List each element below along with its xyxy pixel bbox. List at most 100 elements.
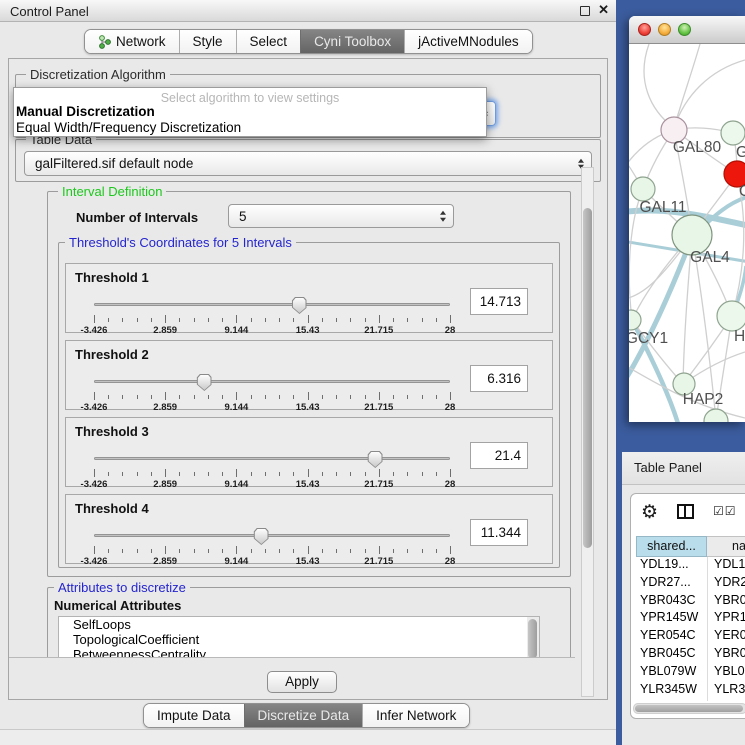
network-icon <box>98 35 111 49</box>
column-divider <box>707 557 708 701</box>
apply-button[interactable]: Apply <box>267 671 337 693</box>
tab-cyni-toolbox[interactable]: Cyni Toolbox <box>300 30 404 53</box>
tab-label: Network <box>116 34 166 49</box>
table-row[interactable]: YDL19...YDL1 <box>636 557 745 575</box>
numerical-attributes-label: Numerical Attributes <box>54 598 181 613</box>
tab-infer-network[interactable]: Infer Network <box>362 704 469 727</box>
table-panel-titlebar: Table Panel <box>622 452 745 485</box>
cell-name: YIL0 <box>707 699 745 701</box>
table-body[interactable]: YDL19...YDL1YDR27...YDR2YBR043CYBR0YPR14… <box>636 557 745 701</box>
table-scrollbar-thumb[interactable] <box>635 705 743 712</box>
panel-scrollbar[interactable] <box>581 167 594 697</box>
network-node-gal11[interactable] <box>631 177 655 201</box>
dropdown-item-manual-discretization[interactable]: Manual Discretization <box>14 104 486 120</box>
number-of-intervals-combobox[interactable]: 5 <box>228 204 454 228</box>
panel-footer <box>0 729 616 745</box>
zoom-traffic-light-icon[interactable] <box>678 23 691 36</box>
tab-label: Cyni Toolbox <box>314 34 391 49</box>
slider-thumb[interactable] <box>292 297 307 314</box>
group-title: Attributes to discretize <box>54 580 190 595</box>
table-row[interactable]: YBL079WYBL0 <box>636 664 745 682</box>
attribute-item-selfloops[interactable]: SelfLoops <box>59 617 539 632</box>
tab-label: Infer Network <box>376 708 456 723</box>
slider-track[interactable] <box>94 457 450 460</box>
close-traffic-light-icon[interactable] <box>638 23 651 36</box>
table-row[interactable]: YBR045CYBR0 <box>636 646 745 664</box>
thresholds-group: Threshold's Coordinates for 5 Intervals … <box>58 242 560 568</box>
checkbox-icons[interactable]: ☑☑ <box>713 504 737 518</box>
tab-jactivemnodules[interactable]: jActiveMNodules <box>404 30 532 53</box>
control-panel: Control Panel ✕ Network StyleSelect Cyni T… <box>0 0 616 745</box>
threshold-label: Threshold 3 <box>75 424 149 439</box>
group-title: Threshold's Coordinates for 5 Intervals <box>65 235 296 250</box>
network-node-node-bottom[interactable] <box>704 409 728 422</box>
cell-shared-name: YPR145W <box>636 610 707 628</box>
network-view-window: GAL80GAGAL11CGAL4GCY1HHAP2 <box>629 16 745 422</box>
threshold-label: Threshold 1 <box>75 270 149 285</box>
table-data-group: Table Data galFiltered.sif default node <box>15 139 601 182</box>
table-row[interactable]: YER054CYER0 <box>636 628 745 646</box>
table-horizontal-scrollbar[interactable] <box>633 703 745 714</box>
threshold-value-field[interactable] <box>470 365 528 392</box>
table-row[interactable]: YIL052CYIL0 <box>636 699 745 701</box>
threshold-value-field[interactable] <box>470 519 528 546</box>
column-header-name[interactable]: na <box>707 536 745 557</box>
apply-strip: Apply <box>9 657 575 700</box>
slider-thumb[interactable] <box>368 451 383 468</box>
cell-shared-name: YDL19... <box>636 557 707 575</box>
slider-ticks <box>94 469 450 478</box>
bottom-tab-bar: Impute DataDiscretize Data Infer Network <box>143 703 470 728</box>
minimize-traffic-light-icon[interactable] <box>658 23 671 36</box>
dropdown-item-equal-width-frequency[interactable]: Equal Width/Frequency Discretization <box>14 120 486 136</box>
cyni-toolbox-content: Discretization Algorithm Select algorith… <box>8 58 608 700</box>
slider-thumb[interactable] <box>197 374 212 391</box>
table-row[interactable]: YPR145WYPR1 <box>636 610 745 628</box>
node-table-card: ⚙ ☑☑ shared... na YDL19...YDL1YDR27...YD… <box>630 493 745 719</box>
network-edge[interactable] <box>644 44 674 128</box>
threshold-value-field[interactable] <box>470 442 528 469</box>
slider-tick-labels: -3.4262.8599.14415.4321.71528 <box>94 402 450 413</box>
slider-thumb[interactable] <box>254 528 269 545</box>
node-label: HAP2 <box>683 391 724 408</box>
network-canvas[interactable]: GAL80GAGAL11CGAL4GCY1HHAP2 <box>629 44 745 422</box>
tab-style[interactable]: Style <box>179 30 236 53</box>
threshold-slider[interactable]: -3.4262.8599.14415.4321.71528 <box>94 527 450 565</box>
network-node-node-top-right[interactable] <box>721 121 745 145</box>
slider-track[interactable] <box>94 380 450 383</box>
list-scrollbar-thumb[interactable] <box>528 619 537 659</box>
float-window-icon[interactable] <box>580 6 590 16</box>
tab-discretize-data[interactable]: Discretize Data <box>244 704 363 727</box>
control-panel-titlebar: Control Panel ✕ <box>0 0 616 22</box>
column-header-shared-name[interactable]: shared... <box>636 536 707 557</box>
node-label: GA <box>736 144 745 161</box>
table-row[interactable]: YLR345WYLR3 <box>636 682 745 700</box>
table-panel: Table Panel ⚙ ☑☑ shared... na YDL19...YD… <box>622 452 745 745</box>
tab-select[interactable]: Select <box>236 30 301 53</box>
slider-tick-labels: -3.4262.8599.14415.4321.71528 <box>94 556 450 567</box>
slider-track[interactable] <box>94 303 450 306</box>
tab-network[interactable]: Network <box>85 30 179 53</box>
network-edge[interactable] <box>674 44 700 128</box>
network-graph[interactable]: GAL80GAGAL11CGAL4GCY1HHAP2 <box>629 44 745 422</box>
gear-icon[interactable]: ⚙ <box>641 501 658 524</box>
slider-track[interactable] <box>94 534 450 537</box>
panel-scrollbar-thumb[interactable] <box>583 208 592 548</box>
threshold-slider[interactable]: -3.4262.8599.14415.4321.71528 <box>94 450 450 488</box>
table-row[interactable]: YBR043CYBR0 <box>636 593 745 611</box>
network-node-gcy1[interactable] <box>629 310 641 330</box>
table-row[interactable]: YDR27...YDR2 <box>636 575 745 593</box>
close-icon[interactable]: ✕ <box>598 2 609 18</box>
threshold-slider[interactable]: -3.4262.8599.14415.4321.71528 <box>94 373 450 411</box>
network-node-node-h[interactable] <box>717 301 745 331</box>
threshold-slider[interactable]: -3.4262.8599.14415.4321.71528 <box>94 296 450 334</box>
network-window-titlebar[interactable] <box>629 16 745 44</box>
cell-name: YBR0 <box>707 646 745 664</box>
table-data-combobox[interactable]: galFiltered.sif default node <box>24 151 592 176</box>
columns-icon[interactable] <box>677 504 694 519</box>
tab-impute-data[interactable]: Impute Data <box>144 704 244 727</box>
threshold-value-field[interactable] <box>470 288 528 315</box>
algorithm-dropdown-popup: Select algorithm to view settings Manual… <box>13 87 487 137</box>
node-label: C <box>739 183 745 200</box>
table-header-row: shared... na <box>636 536 745 557</box>
attribute-item-topologicalcoefficient[interactable]: TopologicalCoefficient <box>59 632 539 647</box>
